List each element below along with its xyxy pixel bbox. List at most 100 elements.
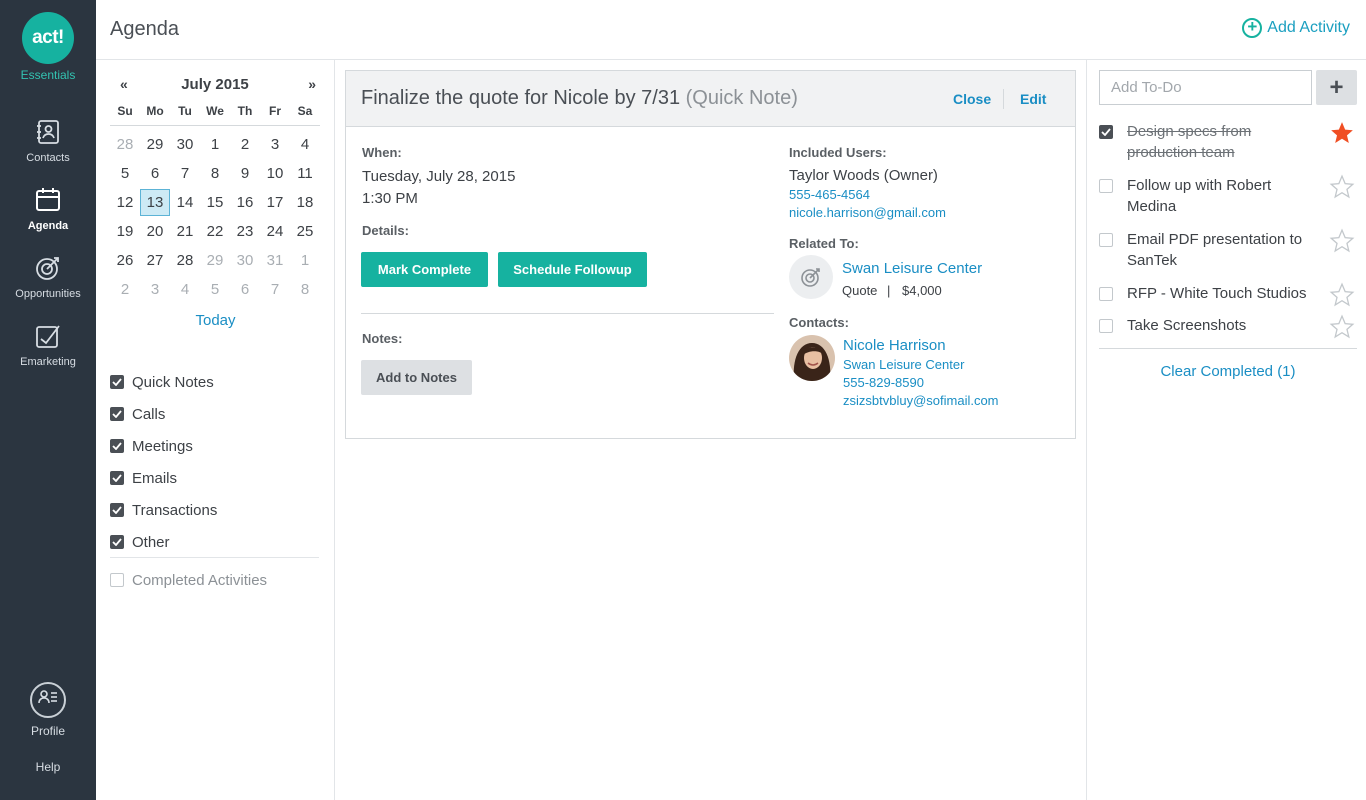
close-button[interactable]: Close (953, 91, 991, 107)
calendar-day[interactable]: 8 (200, 160, 230, 187)
star-outline-icon[interactable] (1329, 174, 1355, 200)
checkbox-unchecked-icon[interactable] (1099, 287, 1113, 301)
calendar-day[interactable]: 7 (170, 160, 200, 187)
todo-item: Take Screenshots (1099, 312, 1357, 344)
star-outline-icon[interactable] (1329, 282, 1355, 308)
edit-button[interactable]: Edit (1020, 91, 1046, 107)
calendar-day[interactable]: 14 (170, 189, 200, 216)
star-filled-icon[interactable] (1329, 120, 1355, 146)
calendar-next-button[interactable]: » (308, 76, 316, 92)
calendar-day[interactable]: 20 (140, 218, 170, 245)
calendar-day[interactable]: 10 (260, 160, 290, 187)
filter-emails[interactable]: Emails (110, 462, 320, 494)
calendar-day[interactable]: 19 (110, 218, 140, 245)
calendar-day[interactable]: 27 (140, 247, 170, 274)
act-logo[interactable]: act! (22, 12, 74, 64)
included-user-phone[interactable]: 555-465-4564 (789, 187, 870, 202)
calendar-day[interactable]: 31 (260, 247, 290, 274)
calendar-day[interactable]: 16 (230, 189, 260, 216)
contact-name-link[interactable]: Nicole Harrison (843, 337, 946, 354)
calendar-day[interactable]: 17 (260, 189, 290, 216)
calendar-day[interactable]: 29 (200, 247, 230, 274)
contact-phone-link[interactable]: 555-829-8590 (843, 375, 924, 390)
activity-title: Finalize the quote for Nicole by 7/31 (Q… (361, 87, 798, 110)
add-todo-button[interactable]: + (1316, 70, 1357, 105)
calendar-day[interactable]: 30 (230, 247, 260, 274)
included-user-email[interactable]: nicole.harrison@gmail.com (789, 205, 946, 220)
add-activity-button[interactable]: + Add Activity (1242, 18, 1350, 38)
checkbox-checked-icon[interactable] (110, 407, 124, 421)
checkbox-unchecked-icon[interactable] (1099, 319, 1113, 333)
star-outline-icon[interactable] (1329, 314, 1355, 340)
nav-item-opportunities[interactable]: Opportunities (0, 254, 96, 314)
calendar-day[interactable]: 5 (200, 276, 230, 303)
calendar-day[interactable]: 24 (260, 218, 290, 245)
calendar-day[interactable]: 4 (170, 276, 200, 303)
nav-item-emarketing[interactable]: Emarketing (0, 322, 96, 382)
todo-list: Design specs from production team Follow… (1099, 118, 1357, 344)
add-todo-input[interactable] (1099, 70, 1312, 105)
schedule-followup-button[interactable]: Schedule Followup (498, 252, 647, 287)
checkbox-checked-icon[interactable] (110, 503, 124, 517)
calendar-day[interactable]: 22 (200, 218, 230, 245)
checkbox-checked-icon[interactable] (110, 471, 124, 485)
filter-quick-notes[interactable]: Quick Notes (110, 366, 320, 398)
calendar-day[interactable]: 29 (140, 131, 170, 158)
nav-item-contacts[interactable]: Contacts (0, 118, 96, 178)
related-opportunity-link[interactable]: Swan Leisure Center (842, 260, 982, 277)
calendar-day[interactable]: 4 (290, 131, 320, 158)
filter-meetings[interactable]: Meetings (110, 430, 320, 462)
calendar-day[interactable]: 2 (110, 276, 140, 303)
calendar-day[interactable]: 6 (140, 160, 170, 187)
clear-completed-button[interactable]: Clear Completed (1) (1099, 363, 1357, 380)
contact-company-link[interactable]: Swan Leisure Center (843, 357, 964, 372)
calendar-day[interactable]: 26 (110, 247, 140, 274)
add-to-notes-button[interactable]: Add to Notes (361, 360, 472, 395)
calendar-day[interactable]: 2 (230, 131, 260, 158)
calendar-day[interactable]: 21 (170, 218, 200, 245)
calendar-day[interactable]: 28 (110, 131, 140, 158)
filter-other[interactable]: Other (110, 526, 320, 558)
checkbox-unchecked-icon[interactable] (1099, 233, 1113, 247)
checkbox-unchecked-icon[interactable] (110, 573, 124, 587)
calendar-month-label: July 2015 (181, 76, 249, 93)
target-icon (36, 257, 59, 280)
checkbox-checked-icon[interactable] (1099, 125, 1113, 139)
calendar-day[interactable]: 3 (140, 276, 170, 303)
filter-transactions[interactable]: Transactions (110, 494, 320, 526)
today-button[interactable]: Today (96, 312, 335, 329)
calendar-day-selected[interactable]: 13 (140, 189, 170, 216)
todo-text: Take Screenshots (1127, 317, 1247, 334)
filter-calls[interactable]: Calls (110, 398, 320, 430)
calendar-day[interactable]: 11 (290, 160, 320, 187)
checkbox-checked-icon[interactable] (110, 535, 124, 549)
calendar-day[interactable]: 25 (290, 218, 320, 245)
star-outline-icon[interactable] (1329, 228, 1355, 254)
calendar-day[interactable]: 9 (230, 160, 260, 187)
calendar-day[interactable]: 5 (110, 160, 140, 187)
page-header: Agenda + Add Activity (96, 0, 1366, 60)
calendar-day[interactable]: 1 (290, 247, 320, 274)
nav-item-help[interactable]: Help (0, 760, 96, 774)
calendar-day[interactable]: 28 (170, 247, 200, 274)
checkbox-unchecked-icon[interactable] (1099, 179, 1113, 193)
calendar-day[interactable]: 30 (170, 131, 200, 158)
filter-label: Calls (132, 405, 166, 423)
calendar-day[interactable]: 3 (260, 131, 290, 158)
calendar-day[interactable]: 18 (290, 189, 320, 216)
calendar-day[interactable]: 15 (200, 189, 230, 216)
contact-avatar[interactable] (789, 335, 835, 381)
calendar-day[interactable]: 7 (260, 276, 290, 303)
calendar-day[interactable]: 12 (110, 189, 140, 216)
mark-complete-button[interactable]: Mark Complete (361, 252, 488, 287)
nav-item-profile[interactable]: Profile (0, 682, 96, 742)
contact-email-link[interactable]: zsizsbtvbluy@sofimail.com (843, 393, 999, 408)
nav-item-agenda[interactable]: Agenda (0, 186, 96, 246)
calendar-day[interactable]: 23 (230, 218, 260, 245)
filter-completed-activities[interactable]: Completed Activities (110, 564, 267, 596)
calendar-day[interactable]: 1 (200, 131, 230, 158)
calendar-day[interactable]: 8 (290, 276, 320, 303)
checkbox-checked-icon[interactable] (110, 375, 124, 389)
calendar-day[interactable]: 6 (230, 276, 260, 303)
checkbox-checked-icon[interactable] (110, 439, 124, 453)
